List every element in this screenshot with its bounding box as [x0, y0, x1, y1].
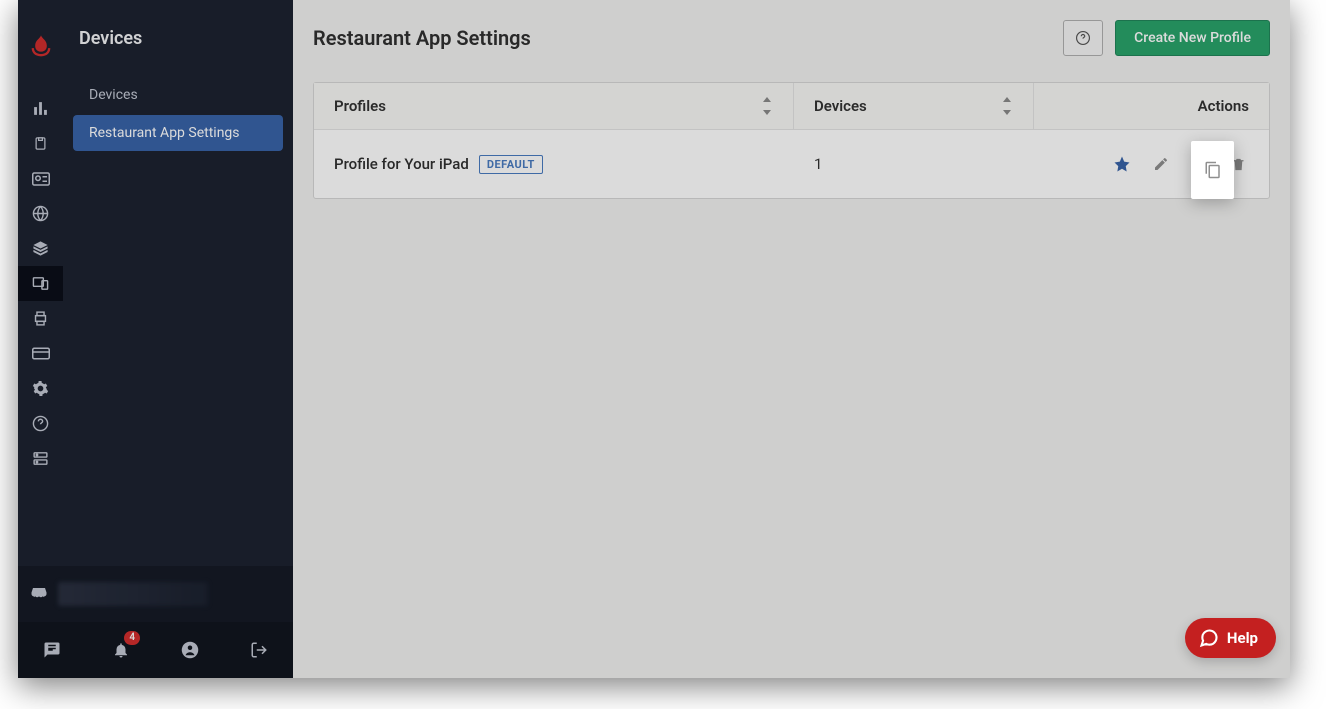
profiles-table: Profiles Devices Actions Profile for You… — [313, 82, 1270, 199]
store-selector[interactable] — [18, 566, 293, 622]
column-actions: Actions — [1034, 83, 1269, 129]
sort-icon — [1001, 97, 1013, 115]
store-icon — [30, 585, 48, 603]
bottom-bar: 4 — [18, 622, 293, 678]
bell-icon[interactable]: 4 — [106, 635, 136, 665]
printer-icon[interactable] — [18, 301, 63, 336]
main-content: Restaurant App Settings Create New Profi… — [293, 0, 1290, 678]
question-circle-icon[interactable] — [18, 406, 63, 441]
table-row[interactable]: Profile for Your iPad DEFAULT 1 — [314, 130, 1269, 198]
star-icon[interactable] — [1109, 152, 1134, 177]
pencil-icon[interactable] — [1148, 152, 1173, 177]
chat-icon[interactable] — [37, 635, 67, 665]
column-devices-label: Devices — [814, 97, 867, 115]
devices-icon[interactable] — [18, 266, 63, 301]
duplicate-action-highlight[interactable] — [1191, 141, 1234, 199]
id-card-icon[interactable] — [18, 161, 63, 196]
bar-chart-icon[interactable] — [18, 91, 63, 126]
chat-bubble-icon — [1199, 628, 1219, 648]
help-chip[interactable]: Help — [1185, 618, 1276, 658]
default-badge: DEFAULT — [479, 155, 543, 174]
globe-icon[interactable] — [18, 196, 63, 231]
user-icon[interactable] — [175, 635, 205, 665]
layers-icon[interactable] — [18, 231, 63, 266]
sort-icon — [761, 97, 773, 115]
sidebar-item-devices[interactable]: Devices — [73, 77, 283, 113]
profile-name: Profile for Your iPad — [334, 155, 469, 173]
notification-badge: 4 — [124, 631, 140, 645]
app-logo — [18, 24, 63, 69]
column-actions-label: Actions — [1198, 97, 1249, 115]
create-profile-button[interactable]: Create New Profile — [1115, 20, 1270, 56]
copy-icon — [1204, 160, 1222, 180]
clipboard-icon[interactable] — [18, 126, 63, 161]
gear-icon[interactable] — [18, 371, 63, 406]
store-name-blurred — [58, 582, 208, 606]
server-icon[interactable] — [18, 441, 63, 476]
column-profiles-label: Profiles — [334, 97, 386, 115]
logout-icon[interactable] — [244, 635, 274, 665]
page-title: Restaurant App Settings — [313, 26, 531, 50]
column-profiles[interactable]: Profiles — [314, 83, 794, 129]
sidebar-title: Devices — [63, 28, 293, 77]
help-button[interactable] — [1063, 20, 1103, 56]
column-devices[interactable]: Devices — [794, 83, 1034, 129]
sidebar-item-restaurant-app-settings[interactable]: Restaurant App Settings — [73, 115, 283, 151]
device-count: 1 — [794, 155, 1034, 173]
card-icon[interactable] — [18, 336, 63, 371]
help-chip-label: Help — [1227, 629, 1258, 647]
